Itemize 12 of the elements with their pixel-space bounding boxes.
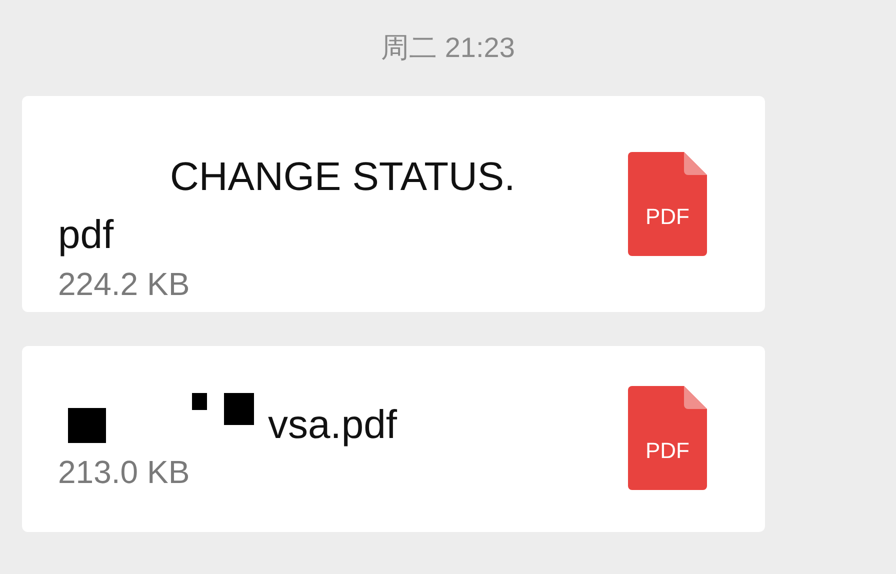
- file-size: 224.2 KB: [58, 265, 191, 304]
- file-size: 213.0 KB: [58, 453, 191, 492]
- message-timestamp: 周二 21:23: [381, 31, 515, 65]
- file-name: CHANGE STATUS.pdf: [58, 154, 516, 259]
- redaction-mark: [192, 393, 207, 410]
- redaction-mark: [68, 408, 106, 443]
- redaction-mark: [224, 393, 254, 425]
- file-message-card[interactable]: CHANGE STATUS.pdf 224.2 KB PDF: [22, 96, 765, 312]
- pdf-file-icon: PDF: [628, 152, 707, 256]
- pdf-file-icon: PDF: [628, 386, 707, 490]
- file-message-card[interactable]: vsa.pdf 213.0 KB PDF: [22, 346, 765, 532]
- file-name: vsa.pdf: [268, 402, 397, 449]
